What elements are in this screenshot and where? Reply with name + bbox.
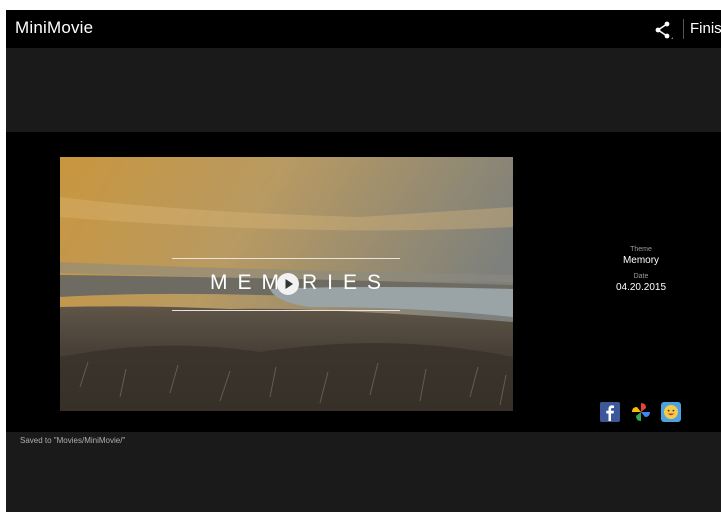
theme-info: Theme Memory bbox=[601, 246, 681, 266]
title-rule-top bbox=[172, 258, 400, 259]
play-icon[interactable] bbox=[276, 272, 300, 296]
banner-area bbox=[6, 48, 721, 132]
preview-stage: MEM RIES Theme Memory Date 04.20.2015 bbox=[6, 132, 721, 432]
chat-icon[interactable] bbox=[661, 402, 681, 422]
theme-value: Memory bbox=[622, 255, 660, 266]
video-preview[interactable]: MEM RIES bbox=[60, 157, 513, 411]
saved-location-text: Saved to "Movies/MiniMovie/" bbox=[20, 436, 126, 445]
date-value: 04.20.2015 bbox=[615, 282, 667, 293]
theme-label: Theme bbox=[630, 246, 652, 253]
facebook-icon[interactable] bbox=[600, 402, 620, 422]
pinwheel-icon[interactable] bbox=[631, 402, 651, 422]
share-icon[interactable] bbox=[652, 19, 674, 41]
app-title: MiniMovie bbox=[15, 18, 94, 37]
status-area: Saved to "Movies/MiniMovie/" bbox=[6, 432, 721, 512]
app-window: MiniMovie Finish bbox=[6, 10, 721, 512]
top-app-bar: MiniMovie Finish bbox=[6, 10, 721, 48]
toolbar-divider bbox=[683, 19, 684, 39]
video-title-right: RIES bbox=[302, 271, 392, 294]
date-label: Date bbox=[633, 273, 649, 280]
title-rule-bottom bbox=[172, 310, 400, 311]
finish-button[interactable]: Finish bbox=[690, 20, 721, 37]
date-info: Date 04.20.2015 bbox=[601, 273, 681, 293]
